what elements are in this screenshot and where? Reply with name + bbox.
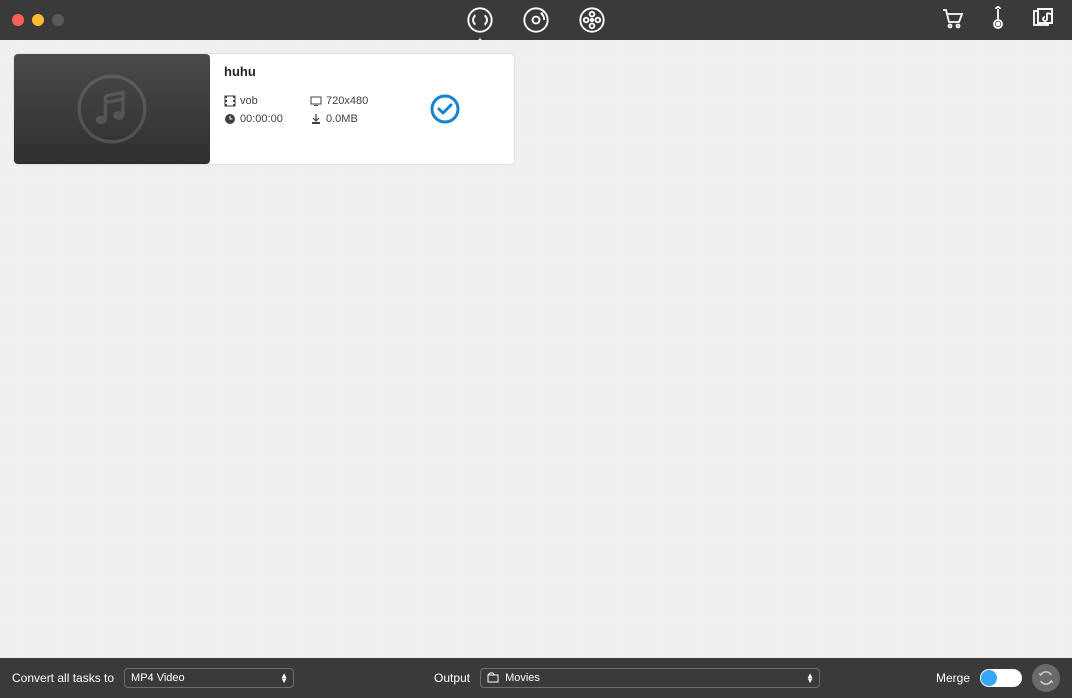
task-format: vob (224, 95, 310, 107)
close-window-button[interactable] (12, 14, 24, 26)
task-filesize: 0.0MB (310, 113, 410, 125)
media-library-icon[interactable] (1032, 6, 1056, 35)
fullscreen-window-button[interactable] (52, 14, 64, 26)
music-note-icon (77, 74, 147, 144)
title-bar (0, 0, 1072, 40)
convert-mode-button[interactable] (466, 6, 494, 34)
footer-bar: Convert all tasks to MP4 Video ▲▼ Output… (0, 658, 1072, 698)
output-format-select[interactable]: MP4 Video ▲▼ (124, 668, 294, 688)
merge-label: Merge (936, 671, 970, 685)
clock-icon (224, 113, 236, 125)
disc-mode-button[interactable] (522, 6, 550, 34)
window-controls (0, 14, 64, 26)
output-folder-select[interactable]: Movies ▲▼ (480, 668, 820, 688)
toggle-knob (981, 670, 997, 686)
minimize-window-button[interactable] (32, 14, 44, 26)
screen-icon (310, 95, 322, 107)
output-format-value: MP4 Video (131, 672, 273, 684)
task-title: huhu (224, 64, 500, 79)
film-reel-mode-button[interactable] (578, 6, 606, 34)
task-status-complete-icon[interactable] (430, 94, 460, 124)
cart-icon[interactable] (940, 6, 964, 35)
toolbar-right (940, 6, 1072, 35)
task-resolution: 720x480 (310, 95, 410, 107)
task-duration: 00:00:00 (224, 113, 310, 125)
thermometer-icon[interactable] (986, 6, 1010, 35)
convert-all-label: Convert all tasks to (12, 671, 114, 685)
start-conversion-button[interactable] (1032, 664, 1060, 692)
output-folder-label: Output (434, 671, 470, 685)
task-card-body: huhu vob 720x480 00:00:00 0.0MB (210, 54, 514, 164)
folder-icon (487, 672, 499, 684)
merge-toggle[interactable] (980, 669, 1022, 687)
task-card[interactable]: huhu vob 720x480 00:00:00 0.0MB (14, 54, 514, 164)
download-icon (310, 113, 322, 125)
task-thumbnail (14, 54, 210, 164)
stepper-icon: ▲▼ (279, 673, 289, 683)
mode-switcher (466, 6, 606, 34)
film-icon (224, 95, 236, 107)
stepper-icon: ▲▼ (805, 673, 815, 683)
output-folder-value: Movies (505, 672, 799, 684)
task-list-area: huhu vob 720x480 00:00:00 0.0MB (0, 40, 1072, 658)
